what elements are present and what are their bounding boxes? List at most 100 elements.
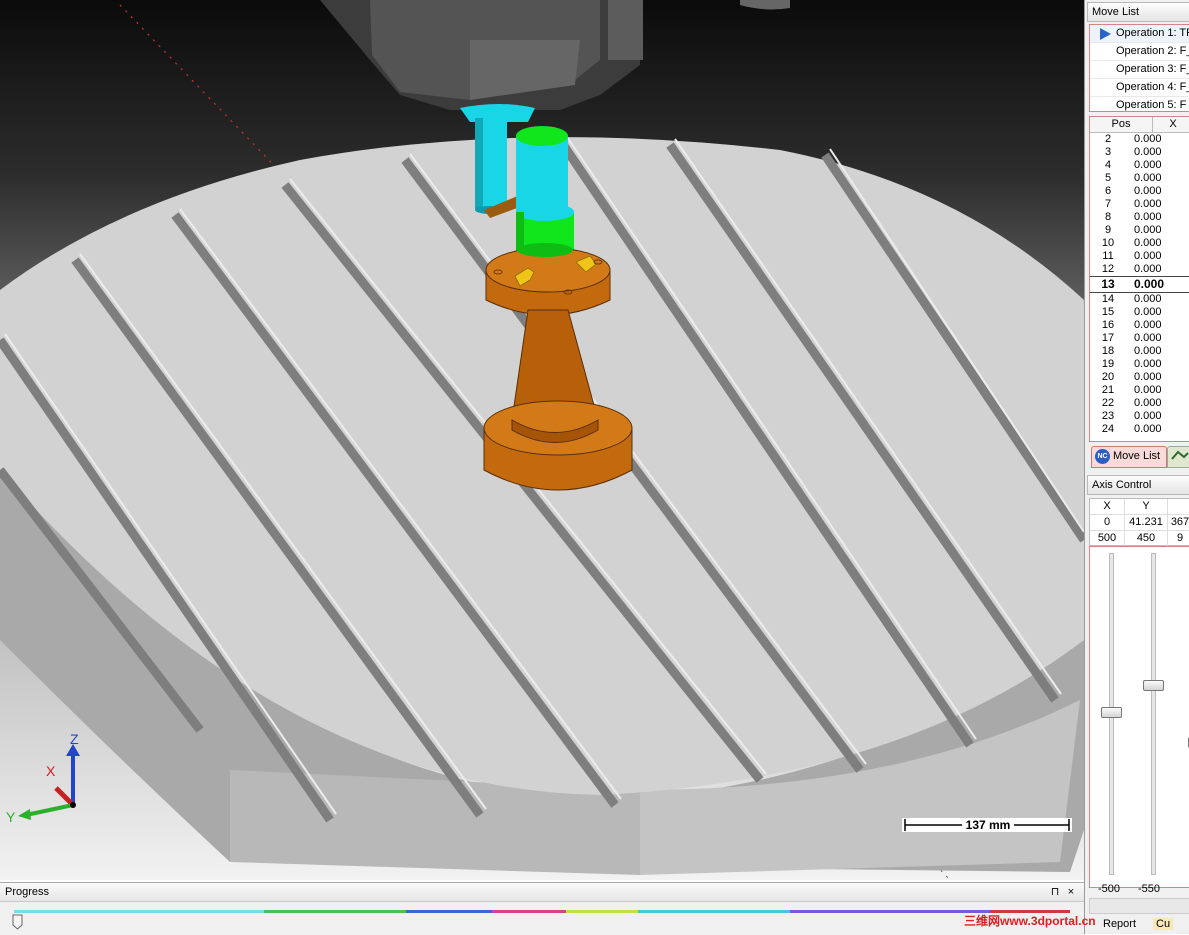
axis-header-row: XY	[1090, 499, 1189, 515]
close-icon[interactable]: ×	[1064, 883, 1078, 901]
slider-min-values: -500 -550	[1097, 883, 1161, 895]
table-row[interactable]: 12 0.000	[1090, 263, 1189, 276]
cell-pos: 18	[1101, 345, 1115, 357]
tab-report[interactable]: Report	[1089, 918, 1153, 930]
cell-pos: 7	[1104, 198, 1112, 210]
table-row[interactable]: 24 0.000	[1090, 423, 1189, 436]
cell-pos: 16	[1101, 319, 1115, 331]
table-row[interactable]: 6 0.000	[1090, 185, 1189, 198]
cell-x: 0.000	[1134, 358, 1162, 370]
table-row[interactable]: 20 0.000	[1090, 371, 1189, 384]
cell-pos: 17	[1101, 332, 1115, 344]
cell-pos: 22	[1101, 397, 1115, 409]
cell-x: 0.000	[1134, 423, 1162, 435]
cell-x: 0.000	[1134, 159, 1162, 171]
col-pos-header[interactable]: Pos	[1090, 117, 1153, 132]
cell-pos: 19	[1101, 358, 1115, 370]
cell-pos: 9	[1104, 224, 1112, 236]
cell-x: 0.000	[1134, 198, 1162, 210]
table-row[interactable]: 22 0.000	[1090, 397, 1189, 410]
axis-sliders	[1089, 546, 1189, 888]
table-row[interactable]: 23 0.000	[1090, 410, 1189, 423]
col-x-header[interactable]: X	[1153, 117, 1189, 132]
axis-triad: Z X Y	[6, 731, 80, 825]
simulation-viewport[interactable]: Z X Y 137 mm	[0, 0, 1084, 880]
cell-pos: 11	[1102, 250, 1114, 262]
triad-y-label: Y	[6, 809, 16, 825]
cell-pos: 8	[1104, 211, 1112, 223]
table-row[interactable]: 5 0.000	[1090, 172, 1189, 185]
tab-move-list[interactable]: NC Move List	[1091, 446, 1167, 468]
play-icon	[1100, 28, 1111, 40]
cell-x: 0.000	[1134, 146, 1162, 158]
cell-x: 0.000	[1134, 384, 1162, 396]
table-row[interactable]: 15 0.000	[1090, 306, 1189, 319]
table-row[interactable]: 19 0.000	[1090, 358, 1189, 371]
progress-segments	[14, 910, 1070, 913]
right-panel: Move List Operation 1: TR Operation 2: F…	[1084, 0, 1189, 934]
triad-z-label: Z	[70, 731, 79, 747]
cell-pos: 24	[1101, 423, 1115, 435]
axis-control-title: Axis Control	[1087, 475, 1189, 495]
axis-values-table: XY 0 41.231 367 500 450 9	[1089, 498, 1189, 547]
cell-pos: 12	[1101, 263, 1115, 275]
operation-item[interactable]: Operation 2: F_	[1090, 43, 1189, 61]
spindle-head	[320, 0, 790, 110]
cell-x: 0.000	[1134, 263, 1162, 275]
cell-x: 0.000	[1134, 293, 1162, 305]
position-rows: 2 0.000 3 0.000 4 0.000 5 0.000 6 0.000 7 0.000 8 0.0…	[1090, 133, 1189, 436]
cell-x: 0.000	[1134, 133, 1162, 145]
table-row[interactable]: 13 0.000	[1090, 276, 1189, 293]
table-row[interactable]: 3 0.000	[1090, 146, 1189, 159]
horizontal-scrollbar[interactable]	[1089, 898, 1189, 914]
slider-y-track[interactable]	[1151, 553, 1156, 875]
cell-x: 0.000	[1134, 319, 1162, 331]
cell-x: 0.000	[1134, 185, 1162, 197]
table-row[interactable]: 16 0.000	[1090, 319, 1189, 332]
table-row[interactable]: 18 0.000	[1090, 345, 1189, 358]
progress-panel: Progress ⊓ ×	[0, 882, 1084, 935]
position-table[interactable]: Pos X 2 0.000 3 0.000 4 0.000 5 0.000 6 0.000 7 0.00…	[1089, 116, 1189, 442]
tab-cut[interactable]: Cu	[1153, 918, 1174, 930]
move-list-tabbar: NC Move List	[1089, 446, 1189, 468]
table-row[interactable]: 14 0.000	[1090, 293, 1189, 306]
cell-pos: 4	[1104, 159, 1112, 171]
slider-x-thumb[interactable]	[1101, 707, 1122, 718]
cell-x: 0.000	[1134, 277, 1165, 291]
bottom-tabs: Report Cu	[1089, 918, 1189, 934]
cell-pos: 13	[1101, 277, 1115, 291]
operation-item[interactable]: Operation 1: TR	[1090, 25, 1189, 43]
operation-item[interactable]: Operation 5: F	[1090, 97, 1189, 111]
slider-y-thumb[interactable]	[1143, 680, 1164, 691]
operation-item[interactable]: Operation 3: F_	[1090, 61, 1189, 79]
table-row[interactable]: 2 0.000	[1090, 133, 1189, 146]
cell-pos: 20	[1101, 371, 1115, 383]
axis-max-row: 500 450 9	[1090, 531, 1189, 547]
cell-x: 0.000	[1134, 237, 1162, 249]
table-row[interactable]: 17 0.000	[1090, 332, 1189, 345]
table-row[interactable]: 7 0.000	[1090, 198, 1189, 211]
table-row[interactable]: 21 0.000	[1090, 384, 1189, 397]
cell-x: 0.000	[1134, 371, 1162, 383]
progress-thumb[interactable]	[12, 914, 23, 930]
table-row[interactable]: 4 0.000	[1090, 159, 1189, 172]
cell-x: 0.000	[1134, 224, 1162, 236]
operations-list[interactable]: Operation 1: TR Operation 2: F_ Operatio…	[1089, 24, 1189, 112]
table-row[interactable]: 10 0.000	[1090, 237, 1189, 250]
machine-scene: Z X Y	[0, 0, 1084, 880]
cell-x: 0.000	[1134, 397, 1162, 409]
triad-x-label: X	[46, 763, 56, 779]
cell-x: 0.000	[1134, 172, 1162, 184]
operation-item[interactable]: Operation 4: F_	[1090, 79, 1189, 97]
table-row[interactable]: 9 0.000	[1090, 224, 1189, 237]
cell-pos: 15	[1101, 306, 1115, 318]
cell-pos: 6	[1104, 185, 1112, 197]
tab-machine[interactable]	[1167, 446, 1189, 468]
table-row[interactable]: 8 0.000	[1090, 211, 1189, 224]
cell-x: 0.000	[1134, 345, 1162, 357]
watermark: 三维网www.3dportal.cn	[964, 914, 1096, 928]
table-row[interactable]: 11 0.000	[1090, 250, 1189, 263]
pin-icon[interactable]: ⊓	[1048, 883, 1062, 901]
cell-x: 0.000	[1134, 250, 1162, 262]
progress-title: Progress	[5, 886, 50, 898]
